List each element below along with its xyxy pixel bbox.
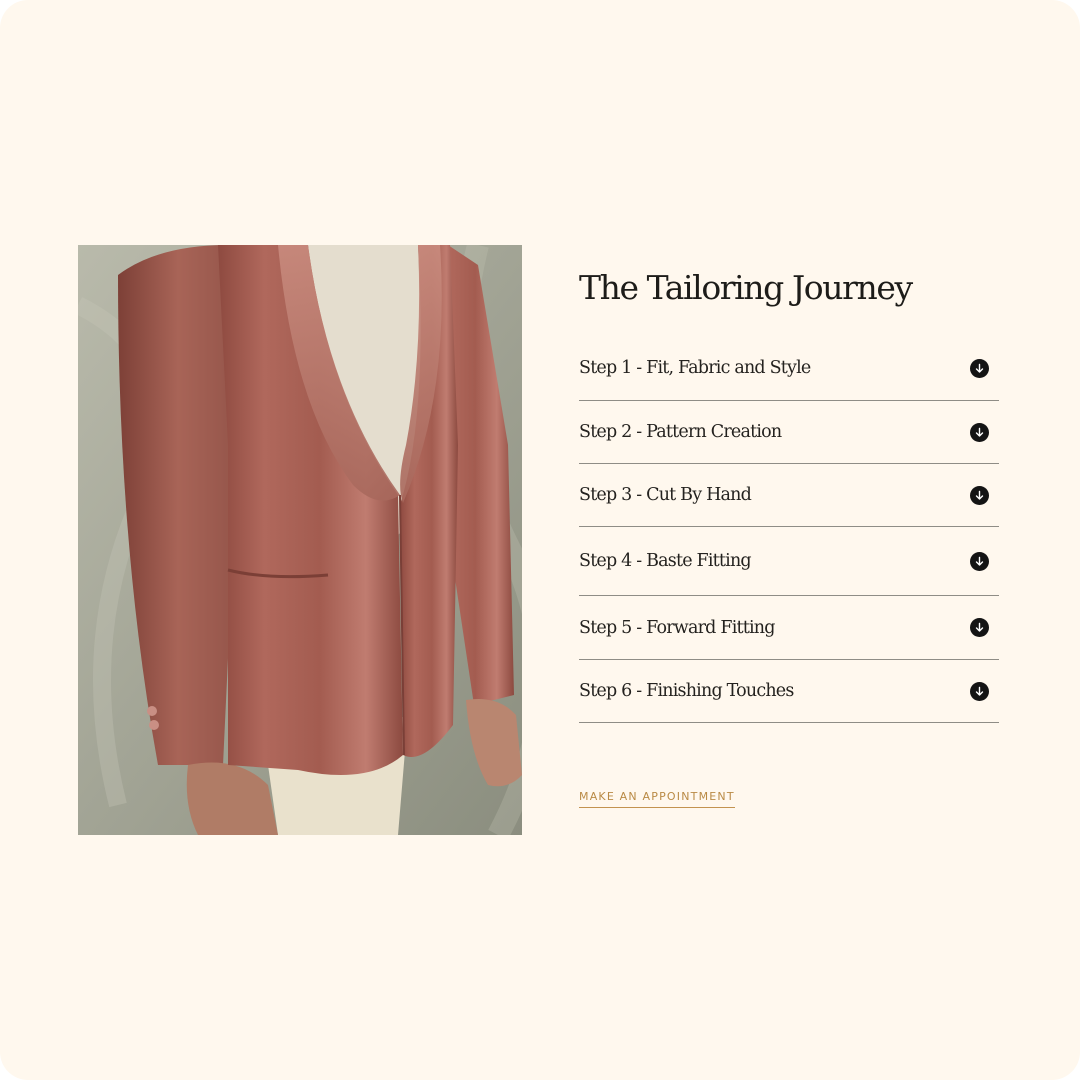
accordion-step-4[interactable]: Step 4 - Baste Fitting [579,527,999,596]
accordion-step-1[interactable]: Step 1 - Fit, Fabric and Style [579,336,999,401]
step-label: Step 5 - Forward Fitting [579,617,775,638]
arrow-down-circle-icon[interactable] [970,358,989,378]
arrow-down-circle-icon[interactable] [970,618,989,637]
accordion-step-5[interactable]: Step 5 - Forward Fitting [579,596,999,660]
tailoring-journey-card: The Tailoring Journey Step 1 - Fit, Fabr… [0,0,1080,1080]
velvet-jacket-illustration [78,245,522,835]
step-label: Step 1 - Fit, Fabric and Style [579,358,811,378]
step-label: Step 6 - Finishing Touches [579,681,794,701]
arrow-down-circle-icon[interactable] [970,551,989,571]
accordion-step-2[interactable]: Step 2 - Pattern Creation [579,401,999,464]
step-label: Step 3 - Cut By Hand [579,485,752,505]
step-label: Step 2 - Pattern Creation [579,422,782,442]
arrow-down-circle-icon[interactable] [970,485,989,505]
steps-accordion: Step 1 - Fit, Fabric and Style Step 2 - … [579,336,999,723]
accordion-step-3[interactable]: Step 3 - Cut By Hand [579,464,999,527]
make-appointment-link[interactable]: MAKE AN APPOINTMENT [579,790,735,808]
step-label: Step 4 - Baste Fitting [579,551,752,571]
arrow-down-circle-icon[interactable] [970,681,989,701]
arrow-down-circle-icon[interactable] [970,422,989,442]
accordion-step-6[interactable]: Step 6 - Finishing Touches [579,660,999,723]
hero-photo [78,245,522,835]
section-title: The Tailoring Journey [579,268,913,307]
